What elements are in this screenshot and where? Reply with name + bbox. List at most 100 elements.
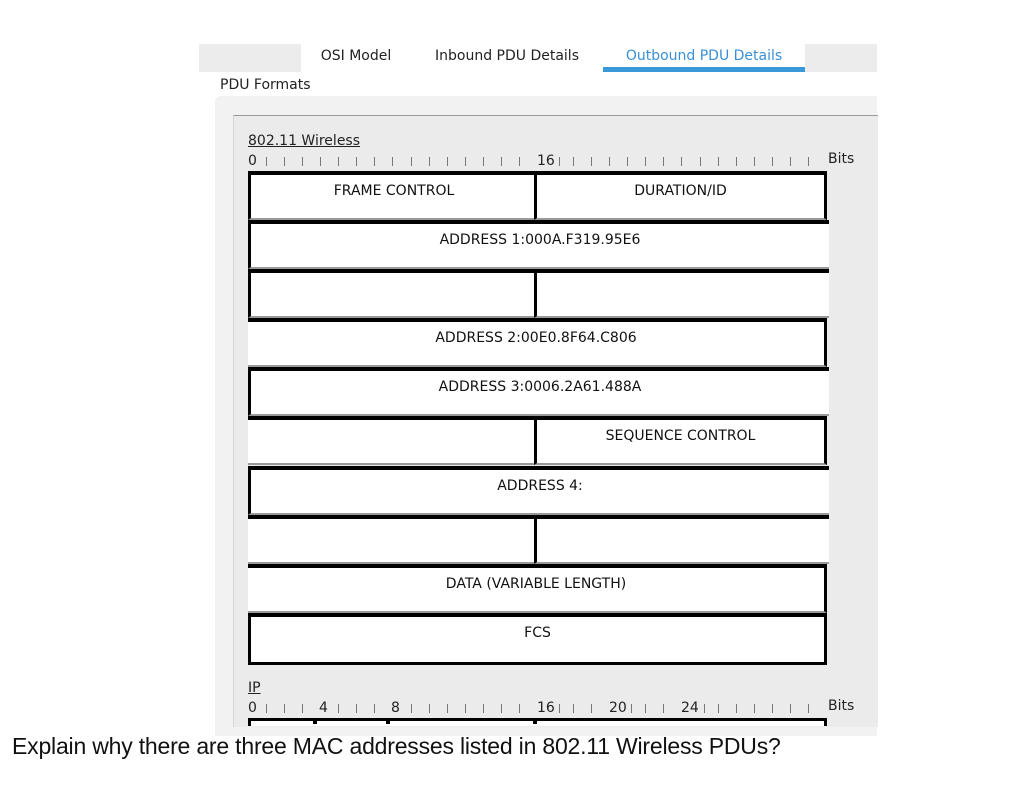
tab-bar: OSI Model Inbound PDU Details Outbound P… (199, 44, 877, 72)
tab-label: Inbound PDU Details (435, 48, 579, 64)
wireless-bits-label: Bits (828, 151, 855, 167)
ip-bit-ruler: 0 4 8 16 20 24 (248, 698, 828, 716)
ruler-tick (807, 157, 809, 166)
ruler-tick (302, 157, 304, 166)
tab-bar-spacer (199, 44, 301, 72)
ruler-tick (735, 157, 737, 166)
ruler-tick (807, 704, 809, 713)
ip-field-divider (313, 718, 317, 724)
ruler-tick (338, 157, 340, 166)
ruler-label-24: 24 (681, 700, 699, 716)
frame-row-3 (248, 269, 829, 318)
wireless-bit-ruler: 0 16 (248, 151, 828, 169)
field-data: DATA (VARIABLE LENGTH) (248, 564, 827, 613)
ruler-tick (591, 704, 593, 713)
ruler-tick (266, 704, 268, 713)
field-address-1-cont (248, 269, 537, 318)
frame-row-4: ADDRESS 2:00E0.8F64.C806 (248, 318, 827, 367)
ruler-tick (645, 157, 647, 166)
ruler-tick (789, 704, 791, 713)
active-tab-indicator (603, 67, 805, 72)
field-address-4-cont (248, 515, 537, 564)
ruler-tick (681, 157, 683, 166)
frame-row-8 (248, 515, 829, 564)
field-sequence-control: SEQUENCE CONTROL (534, 416, 827, 465)
ruler-label-4: 4 (319, 700, 328, 716)
tab-osi-model[interactable]: OSI Model (301, 44, 411, 72)
ruler-tick (789, 157, 791, 166)
ruler-label-20: 20 (609, 700, 627, 716)
ruler-tick (735, 704, 737, 713)
ruler-tick (573, 157, 575, 166)
ruler-tick (410, 704, 412, 713)
frame-row-6: SEQUENCE CONTROL (248, 416, 827, 465)
ruler-tick (631, 704, 633, 713)
ruler-tick (482, 157, 484, 166)
frame-row-1: FRAME CONTROL DURATION/ID (248, 171, 827, 220)
ip-field-divider (533, 718, 537, 724)
ruler-tick (446, 157, 448, 166)
ruler-tick (771, 157, 773, 166)
ruler-tick (320, 157, 322, 166)
ruler-tick (559, 704, 561, 713)
ruler-tick (374, 704, 376, 713)
ip-header-row-1 (248, 718, 827, 726)
ip-section-title: IP (248, 680, 261, 696)
ruler-tick (645, 704, 647, 713)
ruler-tick (284, 704, 286, 713)
ruler-tick (464, 157, 466, 166)
frame-row-2: ADDRESS 1:000A.F319.95E6 (248, 220, 829, 269)
ruler-tick (446, 704, 448, 713)
frame-row-7: ADDRESS 4: (248, 466, 829, 515)
field-address-2: ADDRESS 2:00E0.8F64.C806 (248, 318, 827, 367)
field-address-1: ADDRESS 1:000A.F319.95E6 (248, 220, 829, 269)
ruler-tick (627, 157, 629, 166)
ruler-tick (518, 157, 520, 166)
ruler-tick (284, 157, 286, 166)
field-address-3-cont (248, 416, 537, 465)
ruler-label-8: 8 (391, 700, 400, 716)
tab-label: OSI Model (320, 48, 392, 64)
ruler-tick (771, 704, 773, 713)
ruler-tick (356, 704, 358, 713)
ruler-tick (699, 157, 701, 166)
ruler-tick (482, 704, 484, 713)
ruler-tick (663, 157, 665, 166)
wireless-section-title: 802.11 Wireless (248, 133, 361, 149)
field-address-2-start (534, 269, 829, 318)
field-fcs: FCS (248, 613, 827, 665)
ruler-tick (392, 157, 394, 166)
ruler-tick (464, 704, 466, 713)
tab-outbound-pdu-details[interactable]: Outbound PDU Details (603, 44, 805, 72)
ruler-tick (428, 704, 430, 713)
field-address-3: ADDRESS 3:0006.2A61.488A (248, 367, 829, 416)
ruler-tick (609, 157, 611, 166)
ip-bits-label: Bits (828, 698, 855, 714)
tab-inbound-pdu-details[interactable]: Inbound PDU Details (411, 44, 603, 72)
ruler-tick (591, 157, 593, 166)
ruler-tick (338, 704, 340, 713)
ruler-label-16: 16 (537, 700, 555, 716)
ruler-tick (266, 157, 268, 166)
frame-row-9: DATA (VARIABLE LENGTH) (248, 564, 827, 613)
ruler-tick (428, 157, 430, 166)
field-frame-control: FRAME CONTROL (248, 171, 537, 220)
ruler-tick (302, 704, 304, 713)
ruler-tick (753, 704, 755, 713)
pdu-formats-label: PDU Formats (220, 77, 311, 93)
ruler-tick (500, 704, 502, 713)
ruler-tick (703, 704, 705, 713)
ruler-tick (663, 704, 665, 713)
ip-field-divider (386, 718, 390, 724)
ruler-tick (500, 157, 502, 166)
ruler-tick (559, 157, 561, 166)
ruler-tick (717, 157, 719, 166)
ruler-tick (753, 157, 755, 166)
ruler-tick (356, 157, 358, 166)
question-text: Explain why there are three MAC addresse… (12, 733, 781, 759)
ruler-tick (717, 704, 719, 713)
ruler-label-16: 16 (537, 153, 555, 169)
ruler-tick (410, 157, 412, 166)
ruler-tick (518, 704, 520, 713)
field-address-4: ADDRESS 4: (248, 466, 829, 515)
